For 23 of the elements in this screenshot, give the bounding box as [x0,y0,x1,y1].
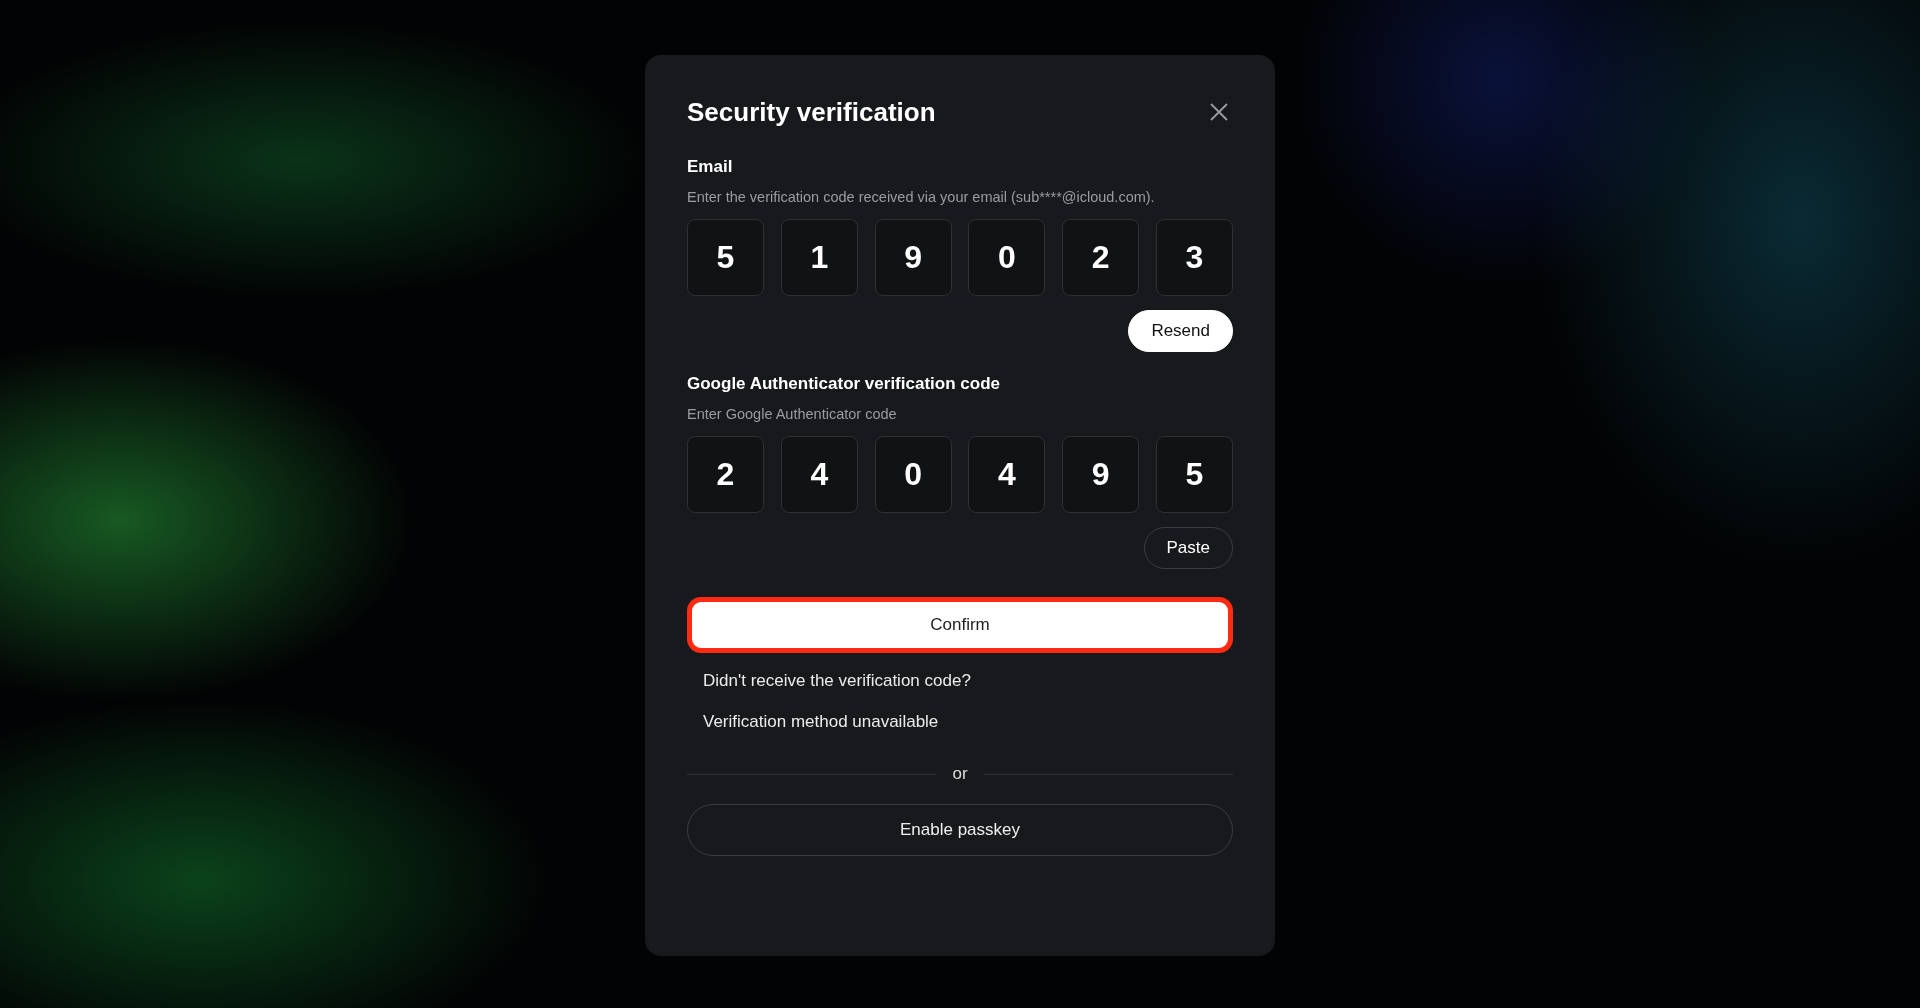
code-digit-field[interactable]: 1 [780,219,858,296]
code-digit-field[interactable]: 4 [780,436,858,513]
code-digit-field[interactable]: 5 [1156,436,1233,513]
section-hint: Enter Google Authenticator code [687,406,898,422]
code-digit-field[interactable]: 9 [874,219,952,296]
section-heading: Email [687,157,734,177]
resend-button[interactable]: Resend [1128,310,1233,352]
confirm-button[interactable]: Confirm [687,597,1233,653]
code-digit-field[interactable]: 0 [968,219,1046,296]
dialog-title: Security verification [687,96,936,128]
code-digit-field[interactable]: 0 [874,436,952,513]
code-digit-field[interactable]: 2 [1062,219,1140,296]
code-digit-field[interactable]: 3 [1156,219,1233,296]
help-link[interactable]: Didn't receive the verification code? [703,671,1217,691]
code-digit-field[interactable]: 5 [687,219,764,296]
code-digit-field[interactable]: 9 [1062,436,1140,513]
help-link[interactable]: Verification method unavailable [703,712,1217,732]
code-digit-field[interactable]: 4 [968,436,1046,513]
section-heading: Google Authenticator verification code [687,374,1001,394]
code-digit-field[interactable]: 2 [687,436,764,513]
section-hint: Enter the verification code received via your email (sub****@icloud.com). [687,189,1156,205]
or-separator-text: or [952,764,968,784]
close-icon[interactable] [1209,102,1229,122]
